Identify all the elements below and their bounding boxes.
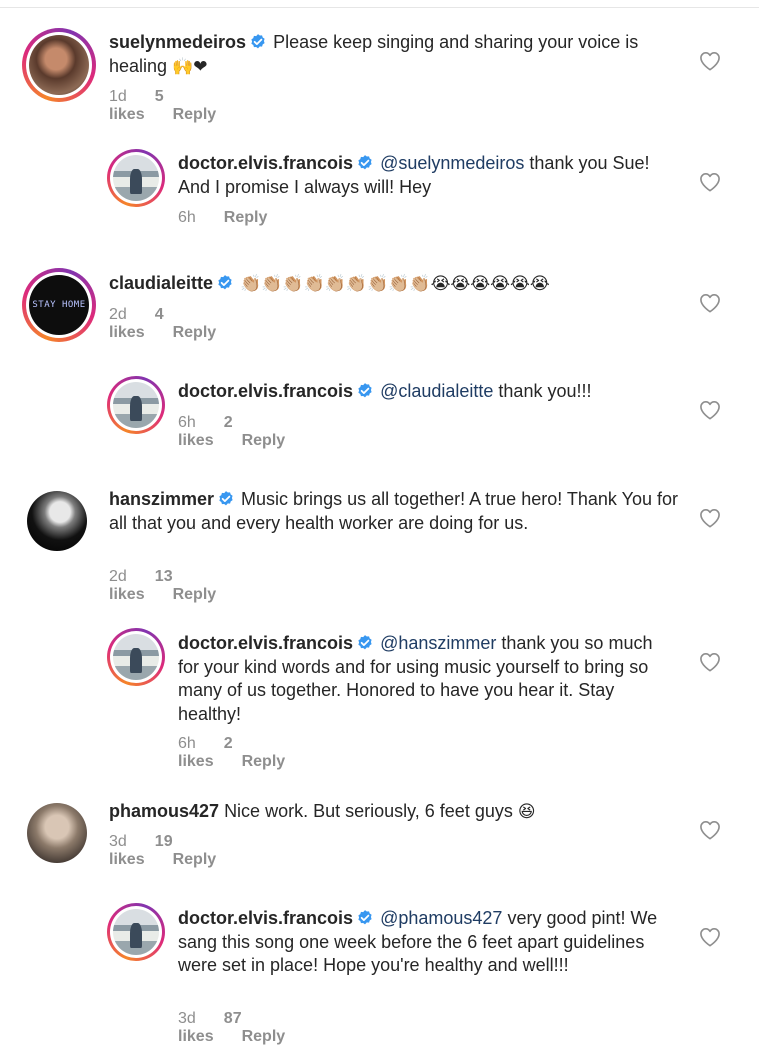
- reply-button[interactable]: Reply: [173, 106, 217, 123]
- username[interactable]: suelynmedeiros: [109, 32, 246, 52]
- verified-badge-icon: [356, 154, 374, 172]
- like-heart-icon[interactable]: [699, 172, 721, 192]
- username[interactable]: hanszimmer: [109, 489, 214, 509]
- reply-button[interactable]: Reply: [173, 586, 217, 603]
- like-heart-icon[interactable]: [699, 400, 721, 420]
- timestamp: 6h: [178, 414, 196, 431]
- username[interactable]: doctor.elvis.francois: [178, 908, 353, 928]
- timestamp: 6h: [178, 209, 196, 226]
- avatar[interactable]: [22, 28, 96, 102]
- username[interactable]: doctor.elvis.francois: [178, 381, 353, 401]
- emoji: 😆: [517, 802, 536, 822]
- reply-button[interactable]: Reply: [173, 851, 217, 868]
- verified-badge-icon: [356, 909, 374, 927]
- emoji: 🙌❤: [172, 56, 208, 77]
- timestamp: 3d: [178, 1010, 196, 1027]
- timestamp: 2d: [109, 306, 127, 323]
- avatar[interactable]: [107, 903, 165, 961]
- avatar[interactable]: [27, 803, 87, 863]
- username[interactable]: claudialeitte: [109, 273, 213, 293]
- like-heart-icon[interactable]: [699, 820, 721, 840]
- like-heart-icon[interactable]: [699, 51, 721, 71]
- reply-button[interactable]: Reply: [224, 209, 268, 226]
- avatar[interactable]: [27, 491, 87, 551]
- mention-link[interactable]: @phamous427: [380, 908, 502, 928]
- username[interactable]: phamous427: [109, 801, 219, 821]
- timestamp: 3d: [109, 833, 127, 850]
- mention-link[interactable]: @claudialeitte: [380, 381, 493, 401]
- verified-badge-icon: [217, 490, 235, 508]
- verified-badge-icon: [216, 274, 234, 292]
- verified-badge-icon: [356, 382, 374, 400]
- avatar[interactable]: STAY HOME: [22, 268, 96, 342]
- avatar-text: STAY HOME: [32, 299, 86, 310]
- reply-button[interactable]: Reply: [173, 324, 217, 341]
- reply-button[interactable]: Reply: [242, 1028, 286, 1045]
- top-divider: [0, 7, 759, 8]
- emoji-crying: 😭😭😭😭😭😭: [430, 274, 550, 294]
- avatar[interactable]: [107, 376, 165, 434]
- like-heart-icon[interactable]: [699, 508, 721, 528]
- timestamp: 1d: [109, 88, 127, 105]
- timestamp: 6h: [178, 735, 196, 752]
- mention-link[interactable]: @suelynmedeiros: [380, 153, 524, 173]
- comment-text: thank you!!!: [498, 381, 592, 401]
- avatar[interactable]: [107, 149, 165, 207]
- timestamp: 2d: [109, 568, 127, 585]
- comment-text: Nice work. But seriously, 6 feet guys: [224, 801, 513, 821]
- username[interactable]: doctor.elvis.francois: [178, 633, 353, 653]
- like-heart-icon[interactable]: [699, 652, 721, 672]
- like-heart-icon[interactable]: [699, 293, 721, 313]
- username[interactable]: doctor.elvis.francois: [178, 153, 353, 173]
- emoji-claps: 👏🏼👏🏼👏🏼👏🏼👏🏼👏🏼👏🏼👏🏼👏🏼: [240, 274, 431, 294]
- verified-badge-icon: [249, 33, 267, 51]
- mention-link[interactable]: @hanszimmer: [380, 633, 496, 653]
- reply-button[interactable]: Reply: [242, 753, 286, 770]
- verified-badge-icon: [356, 634, 374, 652]
- like-heart-icon[interactable]: [699, 927, 721, 947]
- reply-button[interactable]: Reply: [242, 432, 286, 449]
- avatar[interactable]: [107, 628, 165, 686]
